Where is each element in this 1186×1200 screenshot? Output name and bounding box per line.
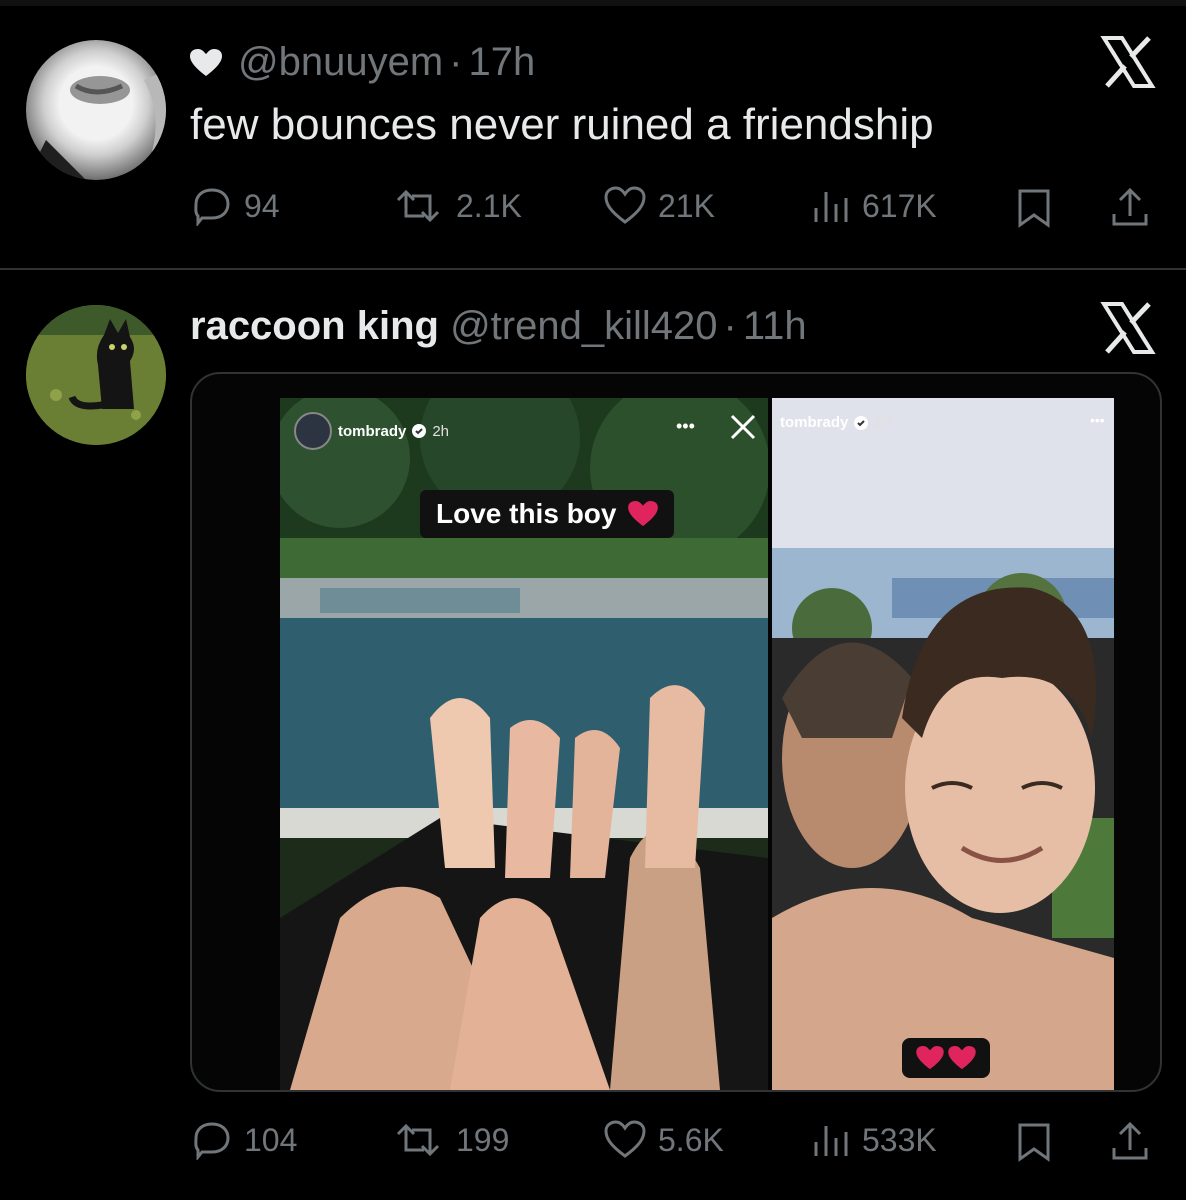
like-button[interactable]: 5.6K — [604, 1120, 724, 1160]
x-logo-icon[interactable] — [1100, 300, 1156, 356]
repost-count: 2.1K — [456, 187, 522, 224]
views-button[interactable]: 617K — [810, 186, 937, 226]
reply-button[interactable]: 104 — [192, 1120, 297, 1160]
tweet-header: @bnuuyem · 17h — [190, 40, 535, 87]
repost-count: 199 — [456, 1121, 510, 1158]
story-image-right[interactable]: tombrady 2h ••• — [772, 398, 1114, 1090]
repost-icon — [396, 189, 440, 223]
views-count: 617K — [862, 187, 937, 224]
timestamp[interactable]: 11h — [743, 304, 807, 348]
repost-button[interactable]: 2.1K — [392, 186, 522, 226]
display-name[interactable]: raccoon king — [190, 304, 439, 348]
verified-icon — [854, 415, 869, 430]
heart-icon — [190, 42, 224, 87]
more-icon[interactable]: ••• — [1090, 412, 1105, 428]
avatar[interactable] — [26, 40, 166, 180]
reply-icon — [194, 1122, 230, 1160]
close-icon[interactable] — [728, 412, 758, 447]
story-avatar — [294, 412, 332, 450]
user-handle[interactable]: @bnuuyem — [238, 40, 443, 84]
like-count: 21K — [658, 187, 715, 224]
views-button[interactable]: 533K — [810, 1120, 937, 1160]
reply-count: 94 — [244, 187, 280, 224]
x-logo-icon[interactable] — [1100, 34, 1156, 90]
story-username: tombrady — [338, 422, 407, 440]
more-icon[interactable]: ••• — [676, 416, 695, 437]
top-separator — [0, 0, 1186, 6]
avatar[interactable] — [26, 305, 166, 445]
reply-count: 104 — [244, 1121, 298, 1158]
like-icon — [604, 1120, 646, 1158]
views-icon — [814, 192, 848, 222]
tweet-header: raccoon king @trend_kill420 · 11h — [190, 304, 807, 348]
bookmark-icon[interactable] — [1016, 188, 1052, 233]
views-icon — [814, 1126, 848, 1156]
tweet-text: few bounces never ruined a friendship — [190, 100, 934, 149]
heart-icon — [948, 1046, 976, 1070]
hearts-sticker — [902, 1038, 990, 1078]
heart-icon — [628, 501, 659, 527]
like-count: 5.6K — [658, 1121, 724, 1158]
divider — [0, 268, 1186, 270]
repost-icon — [396, 1123, 440, 1157]
views-count: 533K — [862, 1121, 937, 1158]
user-handle[interactable]: @trend_kill420 — [450, 304, 717, 348]
bookmark-icon[interactable] — [1016, 1122, 1052, 1167]
repost-button[interactable]: 199 — [392, 1120, 509, 1160]
selfie-photo — [772, 398, 1114, 1090]
verified-icon — [412, 424, 427, 438]
story-image-left[interactable]: tombrady 2h ••• Love this boy — [280, 398, 768, 1090]
like-icon — [604, 186, 646, 224]
reply-button[interactable]: 94 — [192, 186, 280, 226]
share-icon[interactable] — [1110, 186, 1150, 233]
story-caption: Love this boy — [420, 490, 675, 538]
share-icon[interactable] — [1110, 1120, 1150, 1167]
story-time: 2h — [874, 414, 892, 431]
timestamp[interactable]: 17h — [468, 40, 535, 84]
story-username: tombrady — [780, 414, 849, 431]
reply-icon — [194, 188, 230, 226]
like-button[interactable]: 21K — [604, 186, 715, 226]
heart-icon — [916, 1046, 944, 1070]
caption-text: Love this boy — [436, 498, 617, 529]
story-time: 2h — [432, 422, 450, 440]
media-attachment[interactable]: tombrady 2h ••• Love this boy tombrady 2… — [190, 372, 1162, 1092]
